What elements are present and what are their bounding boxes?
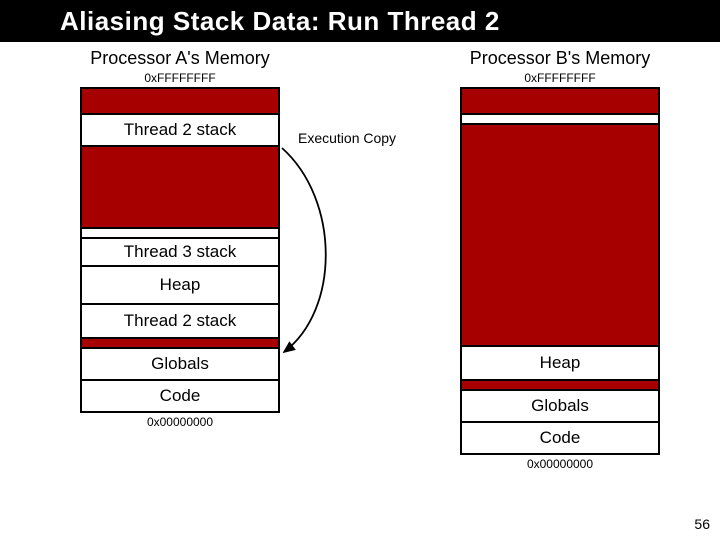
proc-a-title: Processor A's Memory: [80, 48, 280, 69]
mem-segment: Heap: [80, 267, 280, 305]
proc-a-stack: Thread 2 stack Thread 3 stack Heap Thread 2…: [80, 87, 280, 413]
mem-segment: [460, 381, 660, 391]
mem-segment: [80, 147, 280, 229]
proc-b-title: Processor B's Memory: [460, 48, 660, 69]
mem-segment: Thread 2 stack: [80, 115, 280, 147]
mem-segment-label: Globals: [151, 354, 209, 374]
mem-segment-label: Heap: [160, 275, 201, 295]
slide-title-text: Aliasing Stack Data: Run Thread 2: [60, 6, 500, 37]
mem-segment: Globals: [80, 349, 280, 381]
mem-segment: Code: [460, 423, 660, 455]
mem-segment: [460, 115, 660, 125]
execution-copy-label: Execution Copy: [298, 130, 396, 146]
proc-a-bottom-addr: 0x00000000: [80, 415, 280, 429]
mem-segment: [460, 125, 660, 347]
mem-segment: Code: [80, 381, 280, 413]
mem-segment-label: Thread 3 stack: [124, 242, 236, 262]
mem-segment: [460, 87, 660, 115]
mem-segment: Globals: [460, 391, 660, 423]
mem-segment-label: Thread 2 stack: [124, 120, 236, 140]
mem-segment: [80, 87, 280, 115]
slide-title: Aliasing Stack Data: Run Thread 2: [0, 0, 720, 42]
proc-b-bottom-addr: 0x00000000: [460, 457, 660, 471]
proc-b-top-addr: 0xFFFFFFFF: [460, 71, 660, 85]
mem-segment: Heap: [460, 347, 660, 381]
mem-segment-label: Heap: [540, 353, 581, 373]
proc-b-stack: Heap Globals Code: [460, 87, 660, 455]
mem-segment: [80, 339, 280, 349]
mem-segment-label: Thread 2 stack: [124, 311, 236, 331]
mem-segment: [80, 229, 280, 239]
processor-b-column: Processor B's Memory 0xFFFFFFFF Heap Glob…: [460, 46, 660, 473]
mem-segment: Thread 3 stack: [80, 239, 280, 267]
proc-a-top-addr: 0xFFFFFFFF: [80, 71, 280, 85]
mem-segment: Thread 2 stack: [80, 305, 280, 339]
mem-segment-label: Globals: [531, 396, 589, 416]
slide-number: 56: [694, 516, 710, 532]
processor-a-column: Processor A's Memory 0xFFFFFFFF Thread 2…: [80, 46, 280, 431]
mem-segment-label: Code: [160, 386, 201, 406]
mem-segment-label: Code: [540, 428, 581, 448]
